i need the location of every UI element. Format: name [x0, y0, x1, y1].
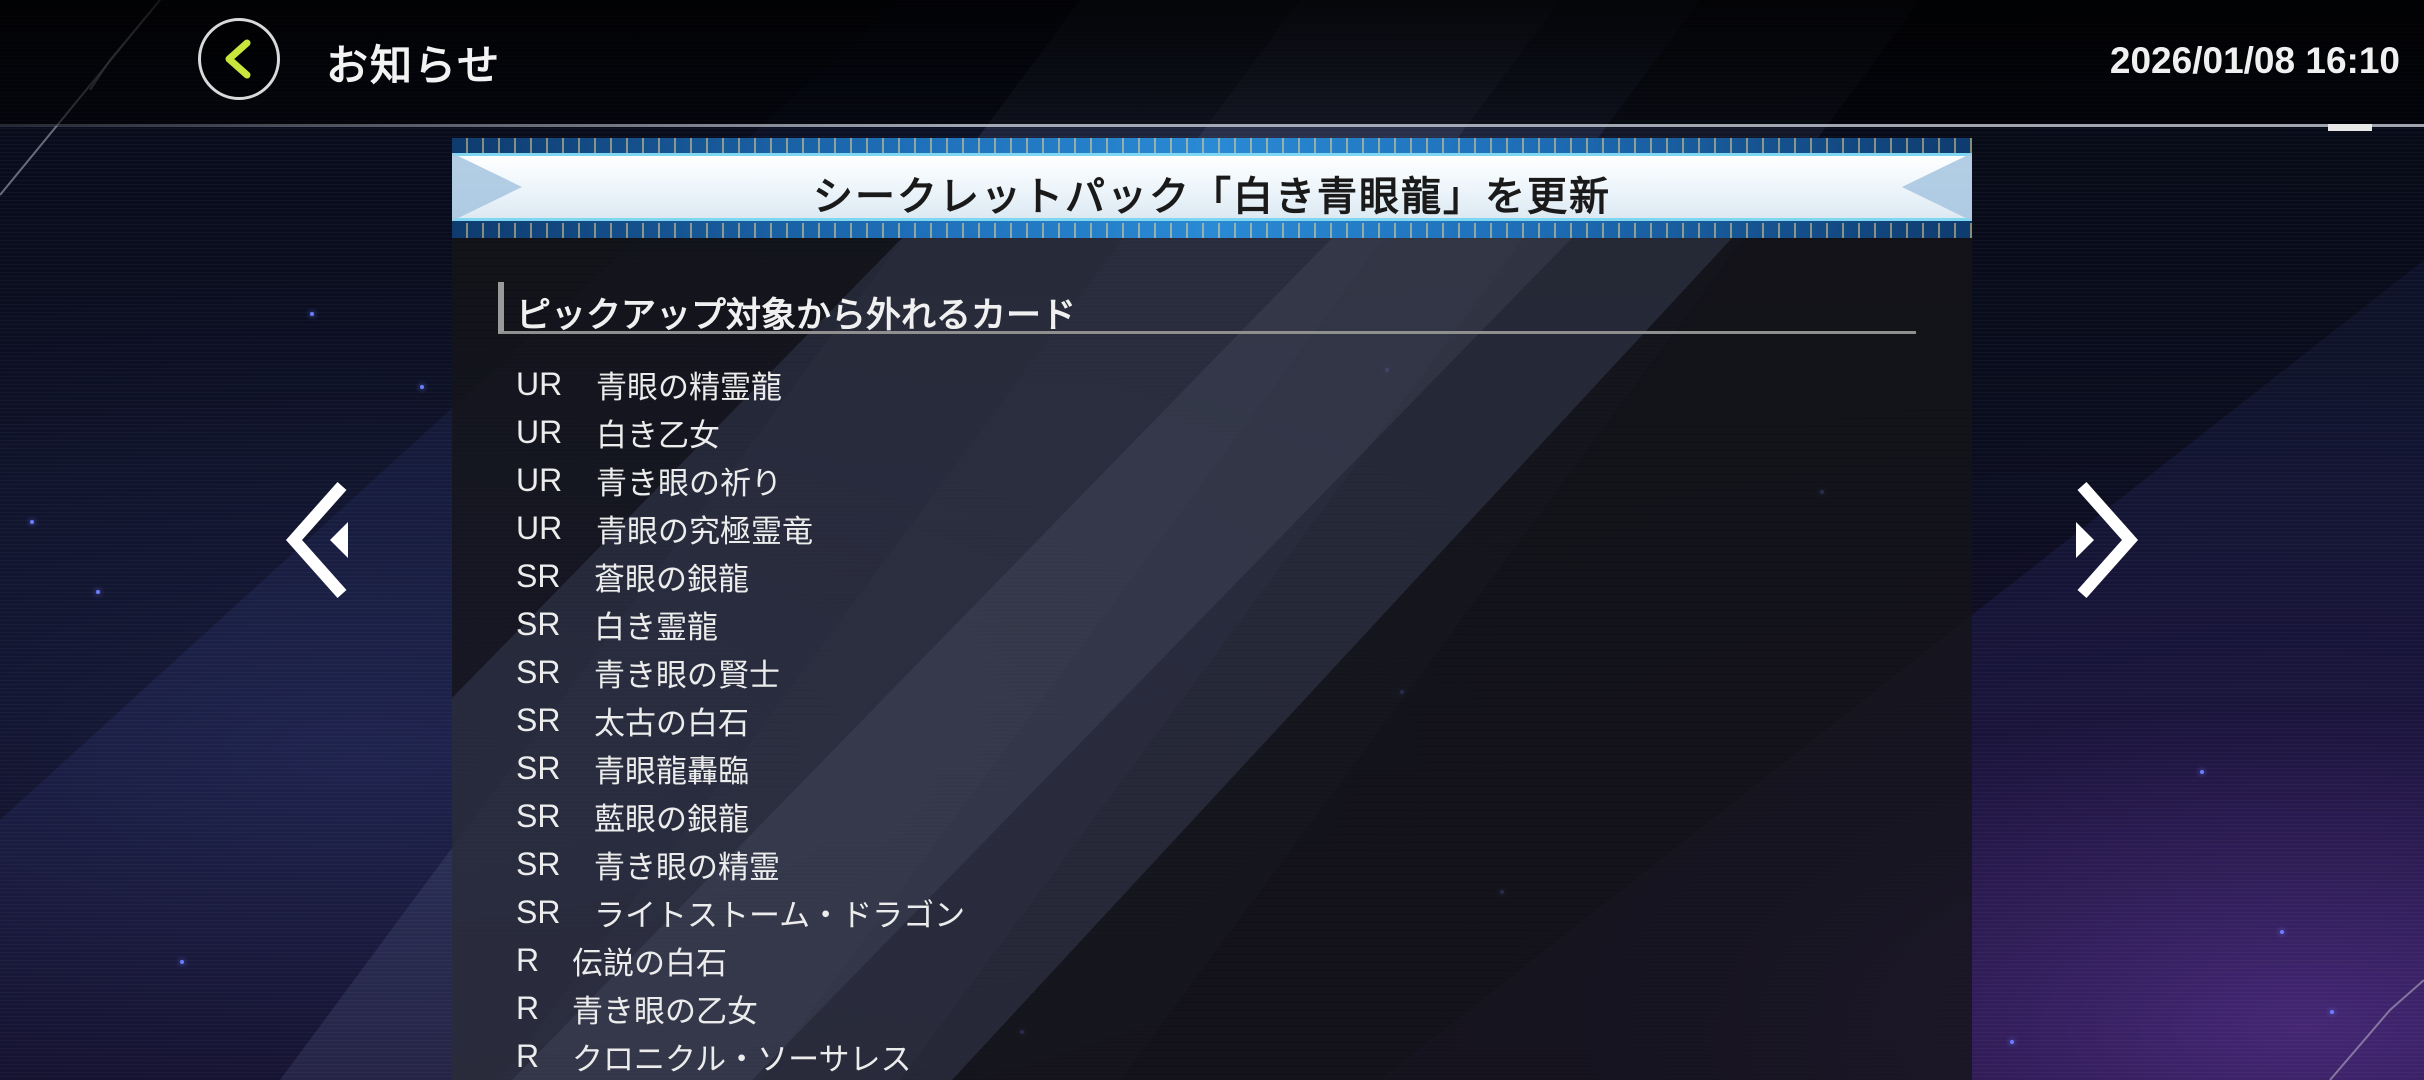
section-heading: ピックアップ対象から外れるカード: [516, 296, 1077, 336]
card-name: 白き霊龍: [594, 609, 718, 646]
card-rarity: UR: [516, 365, 563, 402]
list-item: UR 青眼の精霊龍: [516, 360, 965, 408]
card-rarity: SR: [516, 605, 561, 642]
double-chevron-left-icon: [285, 482, 348, 598]
list-item: R 伝説の白石: [516, 936, 965, 984]
list-item: R 青き眼の乙女: [516, 984, 965, 1032]
list-item: SR 青き眼の精霊: [516, 840, 965, 888]
notice-title: シークレットパック「白き青眼龍」を更新: [813, 174, 1611, 220]
card-name: 青き眼の乙女: [572, 993, 758, 1030]
list-item: R クロニクル・ソーサレス: [516, 1032, 965, 1080]
card-name: 伝説の白石: [572, 945, 727, 982]
card-rarity: UR: [516, 413, 563, 450]
card-name: 青き眼の賢士: [594, 657, 780, 694]
header-bar: お知らせ 2026/01/08 16:10: [0, 0, 2424, 126]
list-item: SR 藍眼の銀龍: [516, 792, 965, 840]
card-name: 青眼の精霊龍: [596, 369, 782, 406]
card-list: UR 青眼の精霊龍 UR 白き乙女 UR 青き眼の祈り UR 青眼の究極霊竜 SR 蒼眼の銀龍 SR…: [516, 360, 965, 1080]
list-item: SR ライトストーム・ドラゴン: [516, 888, 965, 936]
card-name: ライトストーム・ドラゴン: [594, 897, 966, 934]
double-chevron-right-icon: [2076, 482, 2139, 598]
card-name: 蒼眼の銀龍: [594, 561, 749, 598]
card-name: 青眼の究極霊竜: [596, 513, 813, 550]
list-item: SR 蒼眼の銀龍: [516, 552, 965, 600]
card-name: 青眼龍轟臨: [594, 753, 749, 790]
card-rarity: R: [516, 1037, 540, 1074]
card-name: 太古の白石: [594, 705, 749, 742]
card-rarity: SR: [516, 797, 561, 834]
list-item: UR 青き眼の祈り: [516, 456, 965, 504]
card-name: 白き乙女: [596, 417, 720, 454]
previous-notice-button[interactable]: [282, 480, 362, 600]
list-item: SR 太古の白石: [516, 696, 965, 744]
card-rarity: SR: [516, 893, 561, 930]
back-button[interactable]: [198, 18, 280, 100]
list-item: SR 青き眼の賢士: [516, 648, 965, 696]
card-rarity: SR: [516, 653, 561, 690]
card-rarity: UR: [516, 509, 563, 546]
card-rarity: SR: [516, 557, 561, 594]
current-datetime: 2026/01/08 16:10: [2109, 40, 2400, 81]
card-rarity: R: [516, 941, 540, 978]
card-name: 藍眼の銀龍: [594, 801, 749, 838]
card-rarity: SR: [516, 749, 561, 786]
notice-panel: シークレットパック「白き青眼龍」を更新 ピックアップ対象から外れるカード UR 青…: [452, 138, 1972, 1080]
chevron-left-icon: [225, 39, 251, 79]
card-name: 青き眼の精霊: [594, 849, 780, 886]
notice-banner: シークレットパック「白き青眼龍」を更新: [452, 138, 1972, 238]
header-divider: [0, 124, 2424, 127]
page-title: お知らせ: [326, 41, 502, 90]
list-item: UR 白き乙女: [516, 408, 965, 456]
list-item: UR 青眼の究極霊竜: [516, 504, 965, 552]
header-indicator: [2328, 124, 2372, 131]
card-name: クロニクル・ソーサレス: [572, 1041, 912, 1078]
banner-decoration-top: [452, 138, 1972, 153]
banner-decoration-bottom: [452, 223, 1972, 238]
card-rarity: SR: [516, 701, 561, 738]
card-rarity: SR: [516, 845, 561, 882]
card-rarity: UR: [516, 461, 563, 498]
list-item: SR 青眼龍轟臨: [516, 744, 965, 792]
list-item: SR 白き霊龍: [516, 600, 965, 648]
card-name: 青き眼の祈り: [596, 465, 782, 502]
card-rarity: R: [516, 989, 540, 1026]
next-notice-button[interactable]: [2062, 480, 2142, 600]
